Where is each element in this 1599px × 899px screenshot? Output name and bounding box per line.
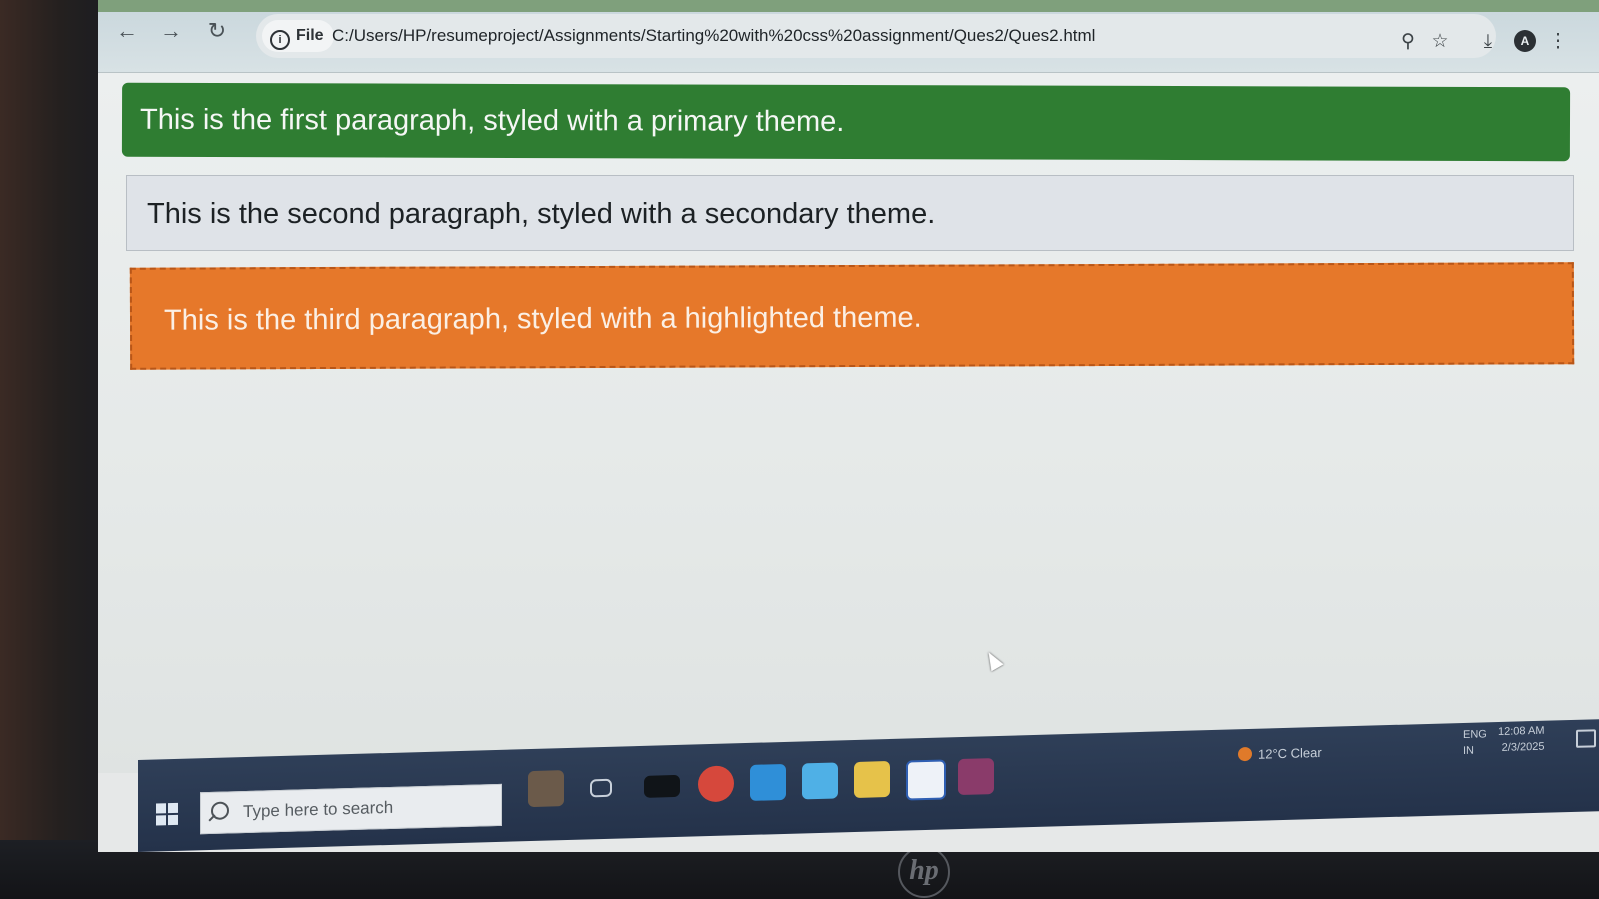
- menu-icon[interactable]: ⋮: [1544, 28, 1572, 56]
- tab-strip: [98, 0, 1599, 12]
- widgets-icon[interactable]: [528, 770, 564, 808]
- file-label: File: [296, 27, 324, 44]
- reload-icon[interactable]: ↻: [202, 16, 232, 46]
- file-explorer-icon[interactable]: [854, 760, 890, 799]
- download-icon[interactable]: ⤓: [1474, 28, 1502, 56]
- url-text[interactable]: C:/Users/HP/resumeproject/Assignments/St…: [332, 14, 1095, 58]
- taskbar-search-input[interactable]: Type here to search: [200, 783, 502, 835]
- paragraph-secondary: This is the second paragraph, styled wit…: [126, 175, 1574, 251]
- page-content: This is the first paragraph, styled with…: [98, 73, 1599, 773]
- monitor-bezel-left: [0, 0, 110, 899]
- weather-widget[interactable]: 12°C Clear: [1238, 745, 1322, 762]
- paragraph-primary: This is the first paragraph, styled with…: [121, 82, 1571, 162]
- back-icon[interactable]: ←: [112, 16, 142, 46]
- star-icon[interactable]: ☆: [1426, 28, 1454, 56]
- notification-icon[interactable]: [1576, 729, 1596, 748]
- screen: ← → ↻ i File C:/Users/HP/resumeproject/As…: [98, 0, 1599, 852]
- info-icon: i: [270, 30, 290, 50]
- chrome-icon[interactable]: [698, 765, 734, 803]
- forward-icon[interactable]: →: [156, 16, 186, 46]
- address-bar[interactable]: i File C:/Users/HP/resumeproject/Assignme…: [256, 14, 1496, 58]
- language-indicator[interactable]: ENG IN: [1463, 726, 1487, 759]
- photos-icon[interactable]: [802, 762, 838, 800]
- vscode-icon[interactable]: [750, 763, 786, 801]
- mouse-cursor-icon: [982, 648, 1004, 672]
- clock[interactable]: 12:08 AM 2/3/2025: [1498, 723, 1544, 756]
- winrar-icon[interactable]: [958, 758, 994, 796]
- search-icon: [211, 801, 229, 820]
- terminal-icon[interactable]: [644, 774, 680, 798]
- paragraph-highlighted: This is the third paragraph, styled with…: [129, 262, 1575, 370]
- task-view-icon[interactable]: [590, 778, 612, 798]
- hp-logo: hp: [898, 846, 950, 898]
- weather-icon: [1238, 746, 1252, 762]
- zoom-icon[interactable]: ⚲: [1394, 28, 1422, 56]
- site-info-chip[interactable]: i File: [262, 20, 334, 52]
- profile-avatar[interactable]: A: [1514, 30, 1536, 52]
- browser-toolbar: ← → ↻ i File C:/Users/HP/resumeproject/As…: [98, 0, 1599, 73]
- search-placeholder: Type here to search: [243, 797, 394, 822]
- windows-start-icon[interactable]: [156, 802, 178, 826]
- word-icon[interactable]: [906, 759, 946, 801]
